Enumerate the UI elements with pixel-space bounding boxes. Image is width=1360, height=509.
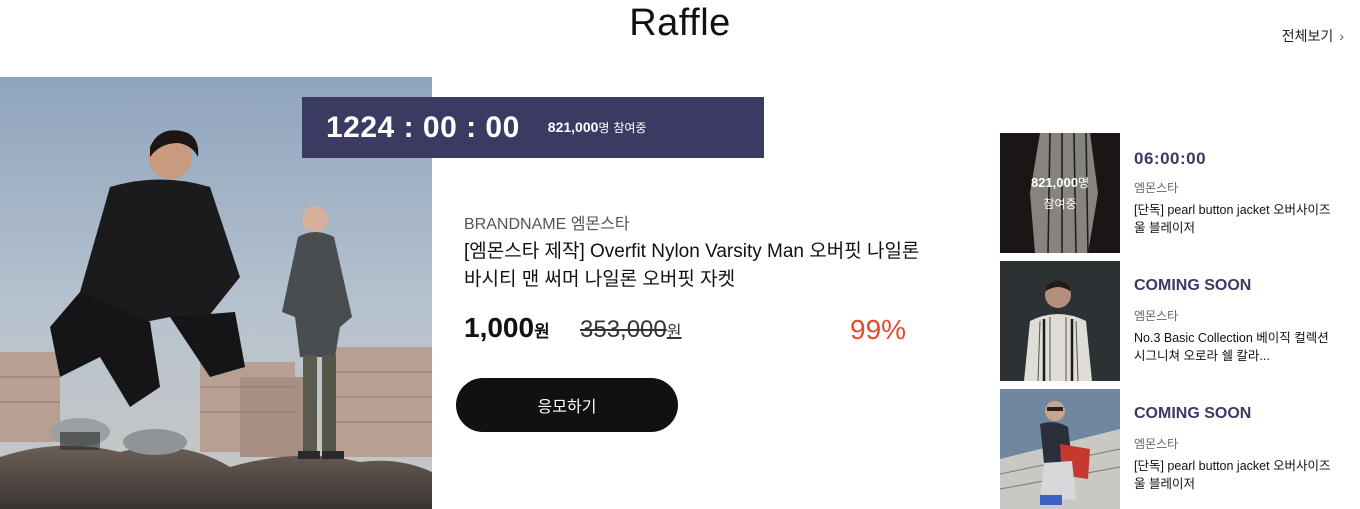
overlay-count: 821,000명 — [1031, 174, 1089, 191]
sale-price-value: 1,000 — [464, 312, 535, 343]
side-list-item[interactable]: COMING SOON 엠몬스타 No.3 Basic Collection 베… — [1000, 261, 1350, 381]
side-thumb-photo-2 — [1000, 261, 1120, 381]
side-thumb-photo-3 — [1000, 389, 1120, 509]
side-item-thumbnail[interactable]: 821,000명 참여중 — [1000, 133, 1120, 253]
side-item-brand: 엠몬스타 — [1134, 437, 1179, 451]
side-item-status: COMING SOON — [1134, 405, 1252, 422]
participants-unit: 명 — [598, 121, 610, 135]
brand-prefix: BRANDNAME — [464, 216, 567, 233]
side-item-name[interactable]: [단독] pearl button jacket 오버사이즈 울 블레이저 — [1134, 457, 1334, 493]
discount-rate: 99% — [850, 314, 907, 345]
side-item-brand: 엠몬스타 — [1134, 309, 1179, 323]
side-item-name[interactable]: No.3 Basic Collection 베이직 컬렉션 시그니쳐 오로라 쉘… — [1134, 329, 1334, 365]
brand-name: 엠몬스타 — [570, 216, 630, 233]
original-price: 353,000원 — [580, 316, 682, 344]
side-item-thumbnail[interactable] — [1000, 261, 1120, 381]
countdown-bar: 1224 : 00 : 00 821,000명 참여중 — [302, 97, 764, 158]
participants-count: 821,000명 참여중 — [548, 119, 647, 136]
side-item-overlay: 821,000명 참여중 — [1000, 133, 1120, 253]
sale-price: 1,000원 — [464, 312, 550, 344]
side-item-timer: 06:00:00 — [1134, 149, 1207, 168]
view-all-label: 전체보기 — [1281, 28, 1334, 44]
side-list-item[interactable]: 821,000명 참여중 06:00:00 엠몬스타 [단독] pearl bu… — [1000, 133, 1350, 253]
product-name[interactable]: [엠몬스타 제작] Overfit Nylon Varsity Man 오버핏 … — [464, 238, 924, 294]
side-item-status: COMING SOON — [1134, 277, 1252, 294]
overlay-label: 참여중 — [1043, 197, 1077, 211]
sale-price-unit: 원 — [534, 322, 550, 341]
brand-line[interactable]: BRANDNAME 엠몬스타 — [464, 210, 630, 234]
participants-suffix: 참여중 — [613, 121, 647, 135]
overlay-count-unit: 명 — [1077, 176, 1090, 190]
side-item-name[interactable]: [단독] pearl button jacket 오버사이즈 울 블레이저 — [1134, 201, 1334, 237]
original-price-value: 353,000 — [580, 316, 667, 343]
side-item-thumbnail[interactable] — [1000, 389, 1120, 509]
side-list-item[interactable]: COMING SOON 엠몬스타 [단독] pearl button jacke… — [1000, 389, 1350, 509]
apply-button[interactable]: 응모하기 — [456, 378, 678, 432]
countdown-timer: 1224 : 00 : 00 — [326, 110, 520, 144]
chevron-right-icon: › — [1339, 28, 1344, 44]
participants-number: 821,000 — [547, 119, 599, 135]
side-item-brand: 엠몬스타 — [1134, 181, 1179, 195]
original-price-unit: 원 — [666, 324, 682, 341]
page-title: Raffle — [629, 2, 731, 44]
view-all-link[interactable]: 전체보기 › — [1282, 26, 1344, 46]
overlay-count-value: 821,000 — [1030, 175, 1078, 190]
